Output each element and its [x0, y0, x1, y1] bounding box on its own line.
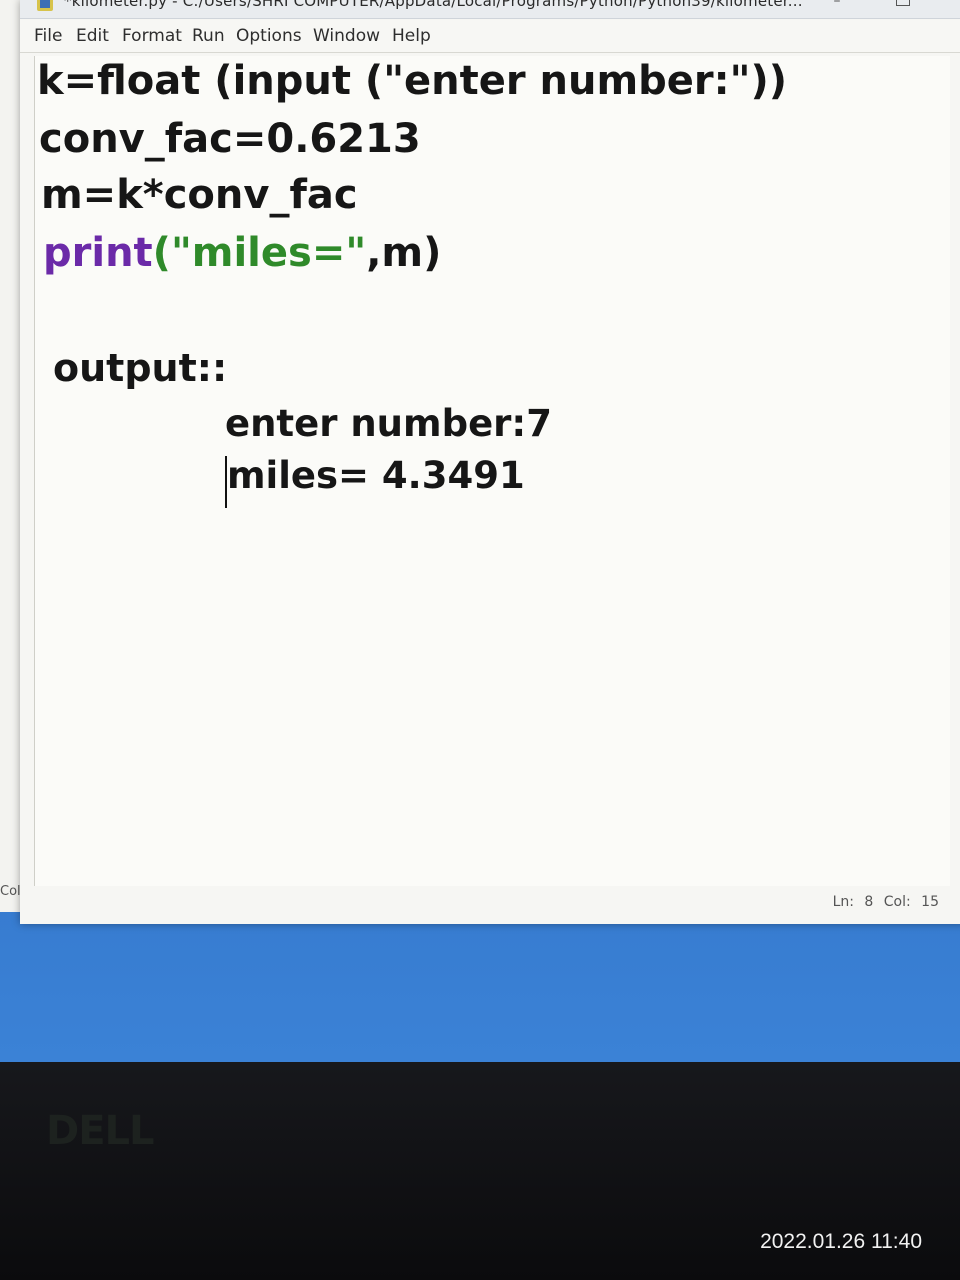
line-column-indicator: Ln: 8 Col: 15 — [832, 894, 939, 910]
title-bar[interactable]: *kilometer.py - C:/Users/SHRI COMPUTER/A… — [20, 0, 960, 19]
code-line-1: k=float (input ("enter number:")) — [37, 58, 788, 104]
minimize-button[interactable]: – — [830, 0, 844, 8]
output-line-2: miles= 4.3491 — [227, 454, 525, 497]
menu-help[interactable]: Help — [392, 26, 431, 46]
print-args: ,m) — [366, 230, 442, 276]
menu-window[interactable]: Window — [313, 26, 380, 46]
status-bar: Ln: 8 Col: 15 — [20, 890, 960, 920]
menu-format[interactable]: Format — [122, 26, 182, 46]
monitor-bezel: DELL 2022.01.26 11:40 — [0, 1062, 960, 1280]
photo-timestamp: 2022.01.26 11:40 — [760, 1230, 922, 1253]
code-line-4: print("miles=",m) — [43, 230, 441, 276]
code-line-2: conv_fac=0.6213 — [39, 116, 421, 162]
menu-run[interactable]: Run — [192, 26, 225, 46]
menu-bar: File Edit Format Run Options Window Help — [20, 20, 960, 53]
output-label: output:: — [53, 346, 228, 390]
idle-editor-window[interactable]: *kilometer.py - C:/Users/SHRI COMPUTER/A… — [20, 0, 960, 924]
output-line-1: enter number:7 — [225, 402, 552, 445]
print-string: ("miles=" — [152, 230, 367, 276]
monitor-screen: Col: 13 *kilometer.py - C:/Users/SHRI CO… — [0, 0, 960, 1062]
maximize-button[interactable] — [896, 0, 910, 6]
python-file-icon — [37, 0, 53, 11]
menu-file[interactable]: File — [34, 26, 62, 46]
print-keyword: print — [43, 230, 153, 276]
window-title: *kilometer.py - C:/Users/SHRI COMPUTER/A… — [64, 0, 803, 10]
dell-logo: DELL — [46, 1108, 155, 1154]
menu-options[interactable]: Options — [236, 26, 302, 46]
code-line-3: m=k*conv_fac — [41, 172, 358, 218]
menu-edit[interactable]: Edit — [76, 26, 109, 46]
code-editor[interactable]: k=float (input ("enter number:")) conv_f… — [34, 56, 950, 886]
text-cursor — [225, 456, 227, 508]
